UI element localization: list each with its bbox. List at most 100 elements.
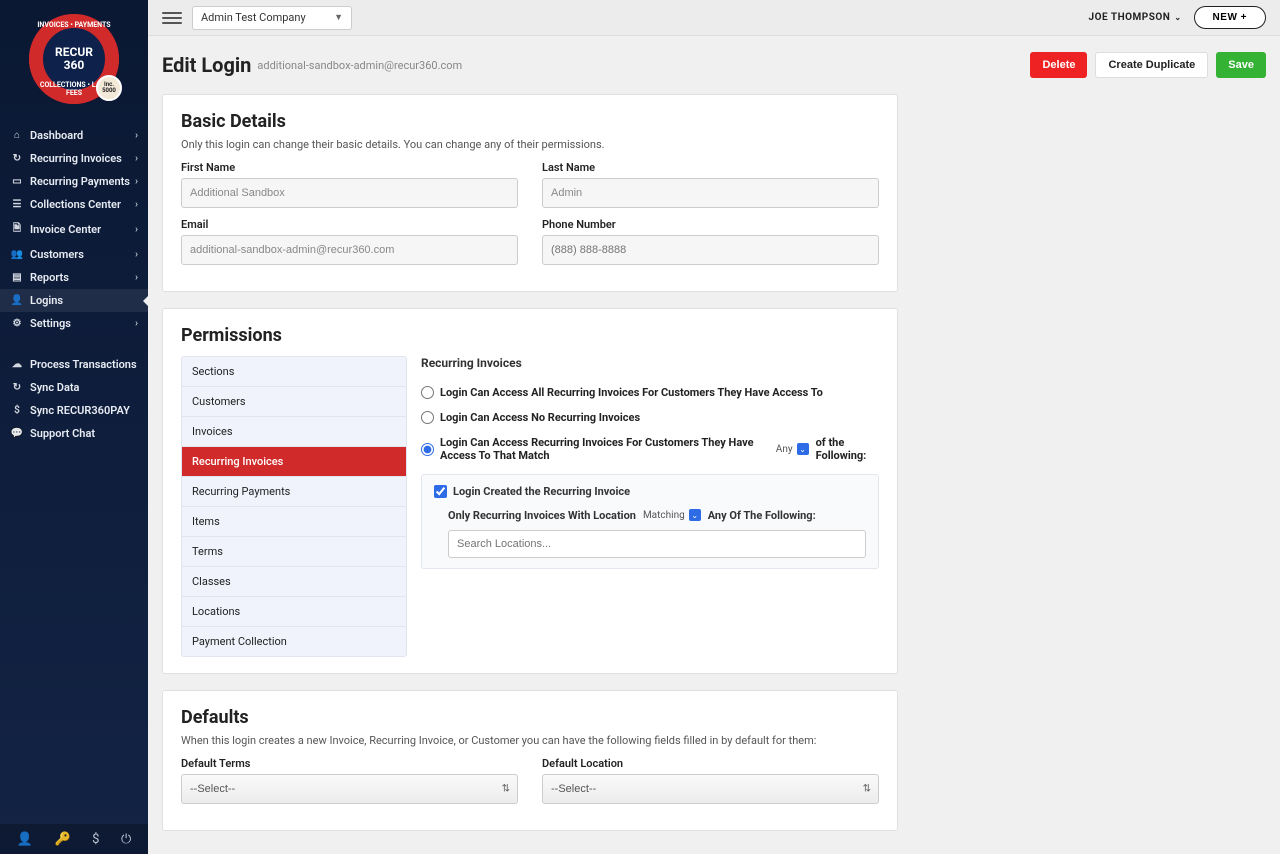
match-any-dropdown[interactable]: Any ⌄	[775, 442, 810, 456]
chevron-right-icon: ›	[135, 249, 138, 260]
perm-opt3-post: of the Following:	[816, 436, 879, 462]
sidebar-item-dashboard[interactable]: ⌂ Dashboard ›	[0, 124, 148, 147]
perm-tab-locations[interactable]: Locations	[182, 597, 406, 627]
first-name-input[interactable]	[181, 178, 518, 208]
permissions-content: Recurring Invoices Login Can Access All …	[421, 356, 879, 657]
nav-icon: 🗎	[10, 221, 24, 238]
chevron-down-icon: ⌄	[1174, 13, 1181, 22]
nav-label: Support Chat	[30, 427, 95, 440]
email-input[interactable]	[181, 235, 518, 265]
sidebar-item-customers[interactable]: 👥 Customers ›	[0, 243, 148, 266]
chk-login-created[interactable]	[434, 485, 447, 498]
defaults-hint: When this login creates a new Invoice, R…	[181, 734, 879, 747]
sidebar-item-recurring-invoices[interactable]: ↻ Recurring Invoices ›	[0, 147, 148, 170]
sidebar-item-invoice-center[interactable]: 🗎 Invoice Center ›	[0, 216, 148, 243]
save-button[interactable]: Save	[1216, 52, 1266, 78]
chevron-down-icon: ⌄	[689, 509, 701, 521]
perm-tab-items[interactable]: Items	[182, 507, 406, 537]
perm-tab-sections[interactable]: Sections	[182, 357, 406, 387]
brand-logo: INVOICES • PAYMENTS COLLECTIONS • LATE F…	[0, 0, 148, 118]
chevron-right-icon: ›	[135, 224, 138, 235]
nav-label: Recurring Payments	[30, 175, 130, 188]
chevron-right-icon: ›	[135, 318, 138, 329]
nav-label: Sync RECUR360PAY	[30, 404, 130, 417]
inc5000-badge: Inc.5000	[96, 75, 122, 101]
perm-tab-recurring-payments[interactable]: Recurring Payments	[182, 477, 406, 507]
power-icon[interactable]: ⏻	[121, 832, 131, 847]
sidebar-item-settings[interactable]: ⚙ Settings ›	[0, 312, 148, 335]
nav-label: Collections Center	[30, 198, 121, 211]
perm-tab-recurring-invoices[interactable]: Recurring Invoices	[182, 447, 406, 477]
perm-opt1: Login Can Access All Recurring Invoices …	[440, 386, 823, 399]
user-name: JOE THOMPSON	[1089, 12, 1171, 23]
nav-label: Reports	[30, 271, 69, 284]
search-locations-input[interactable]	[448, 530, 866, 558]
permissions-tablist: SectionsCustomersInvoicesRecurring Invoi…	[181, 356, 407, 657]
default-location-label: Default Location	[542, 757, 879, 770]
perm-tab-invoices[interactable]: Invoices	[182, 417, 406, 447]
nav-icon: ↻	[10, 153, 24, 164]
perm-radio-match[interactable]	[421, 443, 434, 456]
perm-tab-terms[interactable]: Terms	[182, 537, 406, 567]
new-button[interactable]: NEW +	[1194, 6, 1266, 29]
sidebar: INVOICES • PAYMENTS COLLECTIONS • LATE F…	[0, 0, 148, 854]
perm-tab-customers[interactable]: Customers	[182, 387, 406, 417]
nav-label: Settings	[30, 317, 71, 330]
key-icon[interactable]: 🔑	[54, 832, 70, 847]
chevron-down-icon: ▼	[334, 12, 343, 23]
chevron-right-icon: ›	[135, 199, 138, 210]
sidebar-item-sync-recur360pay[interactable]: $ Sync RECUR360PAY	[0, 399, 148, 422]
chevron-right-icon: ›	[135, 130, 138, 141]
nav-icon: ▤	[10, 272, 24, 283]
sidebar-bottombar: 👤 🔑 $ ⏻	[0, 824, 148, 854]
company-dropdown[interactable]: Admin Test Company ▼	[192, 6, 352, 30]
chevron-right-icon: ›	[135, 153, 138, 164]
default-terms-select[interactable]: --Select--	[181, 774, 518, 804]
defaults-heading: Defaults	[181, 707, 879, 728]
nav-primary: ⌂ Dashboard › ↻ Recurring Invoices › ▭Recurrin…	[0, 124, 148, 335]
perm-radio-all[interactable]	[421, 386, 434, 399]
perm-radio-none[interactable]	[421, 411, 434, 424]
sidebar-item-support-chat[interactable]: 💬 Support Chat	[0, 422, 148, 445]
last-name-input[interactable]	[542, 178, 879, 208]
sidebar-item-sync-data[interactable]: ↻Sync Data	[0, 376, 148, 399]
permissions-panel: Permissions SectionsCustomersInvoicesRec…	[162, 308, 898, 674]
loc-pre: Only Recurring Invoices With Location	[448, 509, 636, 522]
nav-label: Recurring Invoices	[30, 152, 122, 165]
page-header: Edit Login additional-sandbox-admin@recu…	[148, 36, 1280, 86]
nav-icon: 👤	[10, 295, 24, 306]
hamburger-icon[interactable]	[162, 12, 182, 24]
perm-tab-classes[interactable]: Classes	[182, 567, 406, 597]
nav-label: Dashboard	[30, 129, 83, 142]
sidebar-item-recurring-payments[interactable]: ▭Recurring Payments›	[0, 170, 148, 193]
nav-label: Logins	[30, 294, 63, 307]
perm-tab-payment-collection[interactable]: Payment Collection	[182, 627, 406, 656]
delete-button[interactable]: Delete	[1030, 52, 1087, 78]
sidebar-item-logins[interactable]: 👤 Logins	[0, 289, 148, 312]
nav-icon: 👥	[10, 249, 24, 260]
nav-icon: $	[10, 405, 24, 416]
location-matching-dropdown[interactable]: Matching ⌄	[642, 508, 702, 522]
create-duplicate-button[interactable]: Create Duplicate	[1095, 52, 1208, 78]
sidebar-item-collections-center[interactable]: ☰Collections Center›	[0, 193, 148, 216]
dollar-icon[interactable]: $	[92, 832, 99, 847]
sidebar-item-process-transactions[interactable]: ☁Process Transactions	[0, 353, 148, 376]
nav-icon: ⌂	[10, 130, 24, 141]
nav-label: Customers	[30, 248, 84, 261]
nav-secondary: ☁Process Transactions↻Sync Data $ Sync REC…	[0, 353, 148, 445]
basic-details-panel: Basic Details Only this login can change…	[162, 94, 898, 292]
defaults-panel: Defaults When this login creates a new I…	[162, 690, 898, 831]
user-icon[interactable]: 👤	[17, 832, 33, 847]
perm-content-heading: Recurring Invoices	[421, 356, 879, 370]
sidebar-item-reports[interactable]: ▤Reports›	[0, 266, 148, 289]
basic-hint: Only this login can change their basic d…	[181, 138, 879, 151]
perm-opt2: Login Can Access No Recurring Invoices	[440, 411, 640, 424]
phone-input[interactable]	[542, 235, 879, 265]
nav-icon: ⚙	[10, 318, 24, 329]
nav-icon: ☁	[10, 359, 24, 370]
user-menu[interactable]: JOE THOMPSON ⌄	[1089, 12, 1182, 23]
nav-icon: 💬	[10, 428, 24, 439]
default-location-select[interactable]: --Select--	[542, 774, 879, 804]
nav-label: Invoice Center	[30, 223, 101, 236]
main: Admin Test Company ▼ JOE THOMPSON ⌄ NEW …	[148, 0, 1280, 854]
